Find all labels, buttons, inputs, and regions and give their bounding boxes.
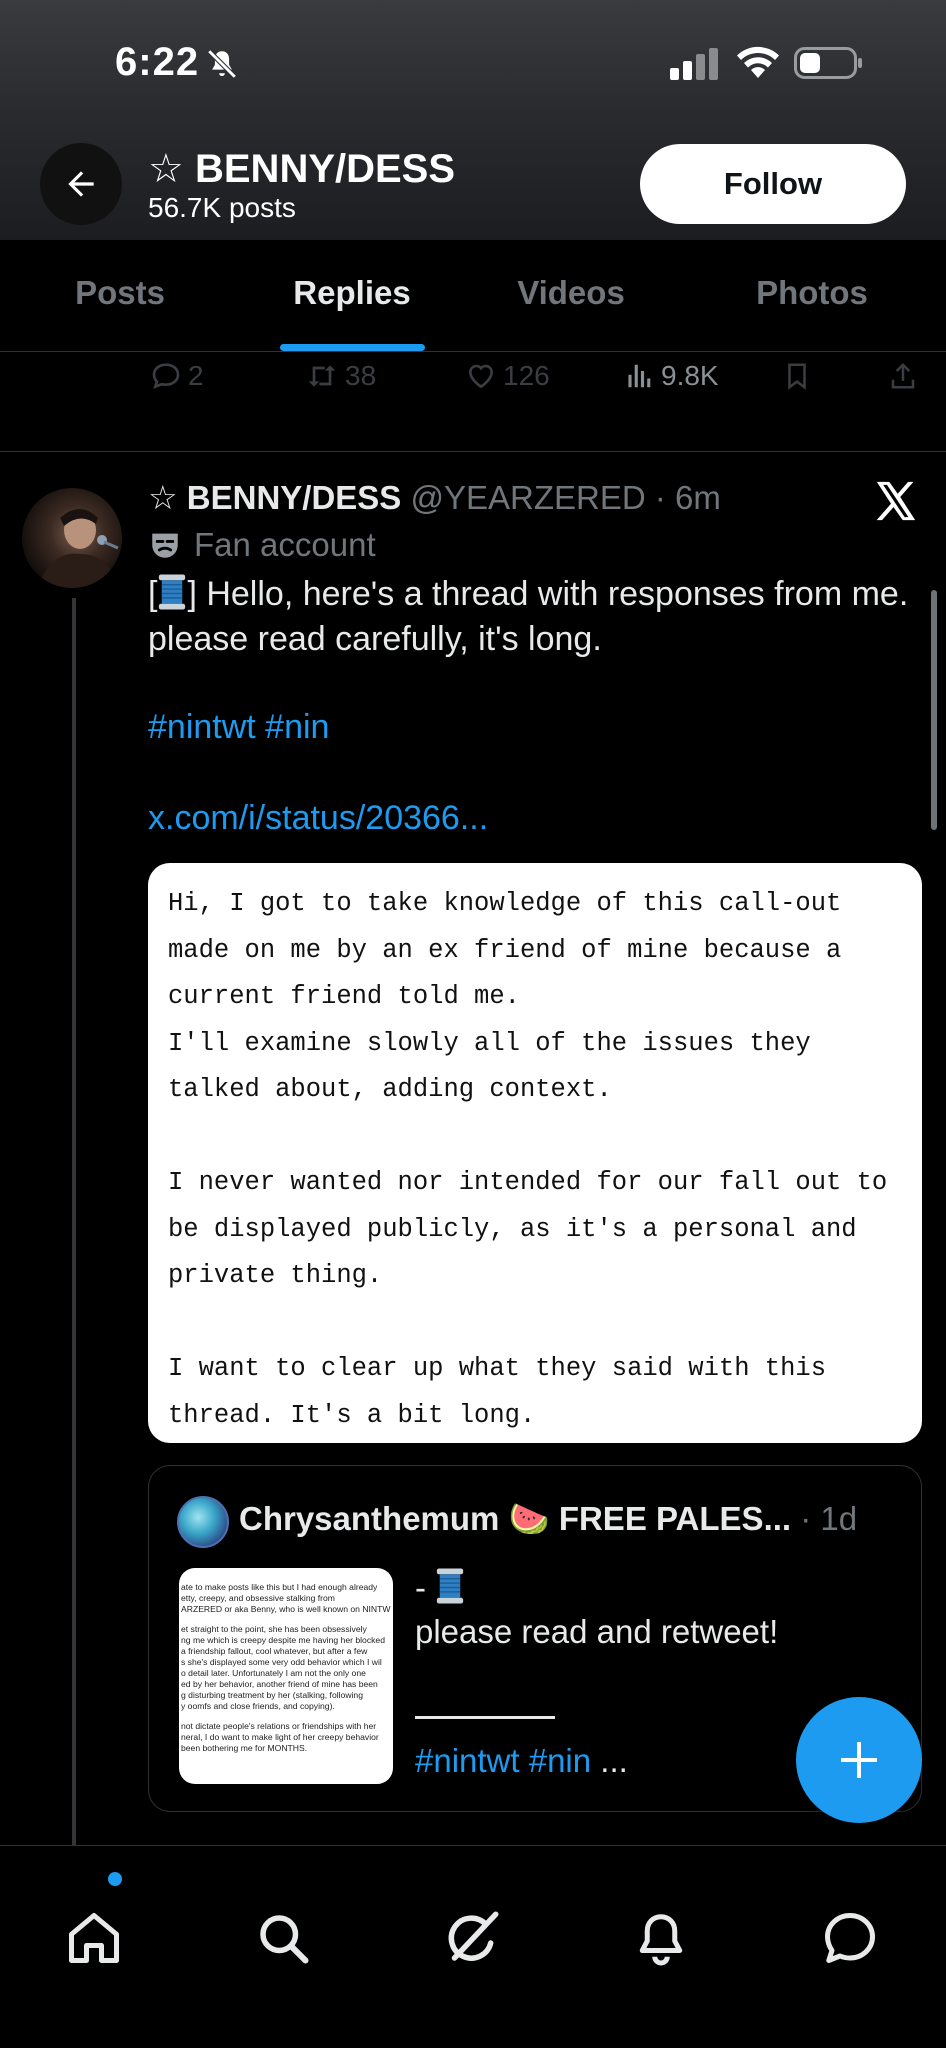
notifications-icon[interactable]	[631, 1908, 691, 1968]
quoted-author-name: Chrysanthemum 🍉 FREE PALES...	[239, 1500, 792, 1537]
tab-photos[interactable]: Photos	[756, 274, 868, 312]
quoted-divider-line	[415, 1716, 555, 1719]
repost-action[interactable]: 38	[305, 360, 376, 392]
reply-count: 2	[188, 360, 204, 391]
spool-icon	[159, 574, 186, 610]
active-tab-indicator	[280, 344, 425, 351]
quoted-ellipsis: ...	[591, 1742, 628, 1779]
quoted-hashtags[interactable]: #nintwt #nin	[415, 1742, 591, 1779]
tweet-author-line: ☆ BENNY/DESS @YEARZERED · 6m	[148, 478, 721, 517]
search-icon[interactable]	[253, 1908, 313, 1968]
tweet-note-image[interactable]: Hi, I got to take knowledge of this call…	[148, 863, 922, 1443]
signal-icon	[670, 48, 718, 80]
plus-icon	[841, 1742, 877, 1778]
views-action[interactable]: 9.8K	[625, 360, 719, 392]
theater-mask-icon	[152, 533, 178, 558]
spool-icon	[437, 1568, 464, 1604]
follow-button[interactable]: Follow	[640, 144, 906, 224]
home-icon[interactable]	[64, 1908, 124, 1968]
thumb-line: a friendship fallout, cool whatever, but…	[181, 1646, 368, 1656]
status-time: 6:22	[115, 40, 200, 84]
profile-tabs: Posts Replies Videos Photos	[0, 240, 946, 352]
like-action[interactable]: 126	[465, 360, 550, 392]
bell-off-icon	[207, 49, 237, 79]
thumb-line: ed by her behavior, another friend of mi…	[181, 1679, 378, 1689]
thumb-line: been bothering me for MONTHS.	[181, 1743, 308, 1753]
quoted-author-line: Chrysanthemum 🍉 FREE PALES... · 1d	[239, 1500, 857, 1539]
avatar[interactable]	[22, 488, 122, 588]
quoted-text: - please read and retweet!	[415, 1566, 778, 1654]
bottom-navigation	[0, 1845, 946, 2048]
quoted-dash: -	[415, 1569, 426, 1606]
reply-icon	[152, 363, 180, 389]
thumb-line: etty, creepy, and obsessive stalking fro…	[181, 1593, 335, 1603]
tweet-author-name[interactable]: BENNY/DESS	[187, 479, 402, 516]
thumb-line: ARZERED or aka Benny, who is well known …	[181, 1604, 391, 1614]
tweet-time: · 6m	[654, 479, 721, 516]
tab-posts[interactable]: Posts	[75, 274, 165, 312]
thumb-line: g disturbing treatment by her (stalking,…	[181, 1690, 363, 1700]
quoted-author-avatar	[177, 1496, 229, 1548]
profile-name-text: BENNY/DESS	[194, 147, 456, 191]
scrollbar-thumb[interactable]	[931, 590, 937, 830]
home-notification-dot	[108, 1872, 122, 1886]
share-icon	[891, 362, 915, 389]
back-arrow-icon	[68, 171, 94, 197]
avatar-photo-icon	[37, 509, 119, 588]
share-action[interactable]	[888, 360, 918, 392]
thread-line	[72, 598, 76, 1848]
bookmark-action[interactable]	[782, 360, 812, 392]
tab-videos[interactable]: Videos	[517, 274, 625, 312]
profile-posts-count: 56.7K posts	[148, 192, 296, 223]
quoted-text-body: please read and retweet!	[415, 1613, 779, 1650]
previous-tweet-actions: 2 38 126 9.8K	[0, 352, 946, 452]
battery-icon	[794, 47, 862, 79]
repost-count: 38	[345, 360, 377, 391]
tweet-hashtags[interactable]: #nintwt #nin	[148, 708, 329, 747]
thumb-line: y oomfs and close friends, and copying).	[181, 1701, 335, 1711]
like-count: 126	[503, 360, 550, 391]
profile-header: 6:22 ☆ BENNY/DESS 56.7K posts Follow	[0, 0, 946, 240]
tweet-text: [] Hello, here's a thread with responses…	[148, 572, 923, 662]
profile-name: ☆ BENNY/DESS	[148, 146, 455, 192]
bookmark-icon	[788, 363, 806, 390]
quoted-image-thumbnail[interactable]: ate to make posts like this but I had en…	[179, 1568, 393, 1784]
views-count: 9.8K	[661, 360, 719, 391]
heart-icon	[468, 364, 494, 389]
star-glyph: ☆	[148, 147, 184, 191]
thumb-line: ng me which is creepy despite me having …	[181, 1635, 385, 1645]
thumb-line: o detail later. Unfortunately I am not t…	[181, 1668, 366, 1678]
x-logo-icon	[876, 481, 916, 521]
thumb-line: neral, I do want to make light of her cr…	[181, 1732, 379, 1742]
quoted-hashtags-line: #nintwt #nin ...	[415, 1742, 628, 1780]
reply-action[interactable]: 2	[150, 360, 204, 392]
fan-account-label: Fan account	[148, 526, 376, 564]
thumb-line: ate to make posts like this but I had en…	[181, 1582, 378, 1592]
fan-account-text: Fan account	[194, 526, 376, 563]
thumb-line: not dictate people's relations or friend…	[181, 1721, 377, 1731]
tab-replies[interactable]: Replies	[293, 274, 410, 312]
messages-icon[interactable]	[820, 1908, 880, 1968]
tweet-text-body: ] Hello, here's a thread with responses …	[148, 575, 909, 658]
grok-icon[interactable]	[442, 1908, 502, 1968]
tweet-author-star: ☆	[148, 479, 178, 516]
quoted-time: · 1d	[800, 1500, 858, 1537]
tweet-text-bracket: [	[148, 575, 158, 613]
status-bar: 6:22	[0, 0, 946, 130]
wifi-icon	[737, 46, 779, 78]
thumb-line: s she's displayed some very odd behavior…	[181, 1657, 382, 1667]
thumb-line: et straight to the point, she has been o…	[181, 1624, 367, 1634]
tweet-author-handle[interactable]: @YEARZERED	[411, 479, 646, 516]
back-button[interactable]	[40, 143, 122, 225]
compose-button[interactable]	[796, 1697, 922, 1823]
views-icon	[628, 364, 651, 388]
repost-icon	[308, 365, 336, 387]
tweet-link[interactable]: x.com/i/status/20366...	[148, 799, 488, 838]
